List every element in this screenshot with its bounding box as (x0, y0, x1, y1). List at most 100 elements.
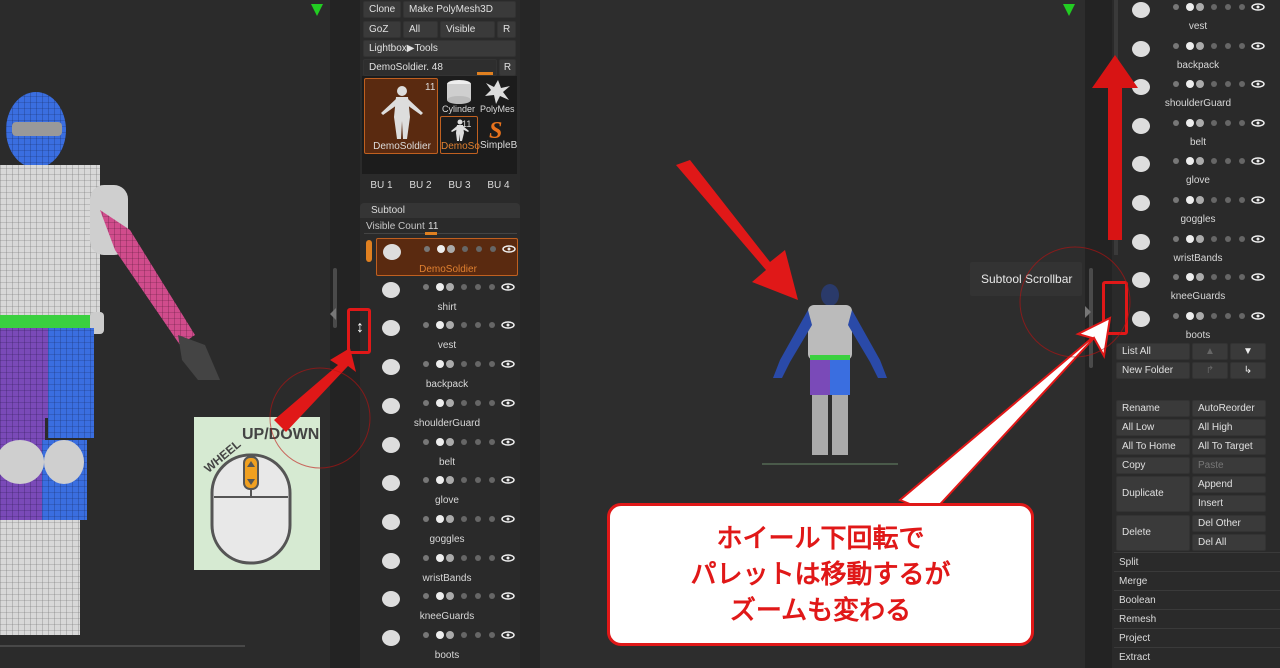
subtool-thumb-icon (380, 317, 402, 339)
subtool-name: backpack (425, 379, 469, 391)
rename-button[interactable]: Rename (1116, 400, 1190, 417)
boolean-menu[interactable]: Boolean (1119, 595, 1156, 606)
bu4-button[interactable]: BU 4 (479, 180, 518, 191)
tool-slider[interactable]: DemoSoldier. 48 (363, 59, 497, 76)
bu2-button[interactable]: BU 2 (401, 180, 440, 191)
move-down-button[interactable]: ▼ (1230, 343, 1266, 360)
simplebrush-s-icon: S (489, 118, 502, 144)
move-up-button[interactable]: ▲ (1192, 343, 1228, 360)
tool-thumb-demosoldier[interactable]: 11 DemoSoldier (364, 78, 438, 154)
subtool-controls[interactable] (418, 279, 518, 291)
subtool-row[interactable]: wristBands (1128, 229, 1268, 267)
delete-button[interactable]: Delete (1116, 515, 1190, 551)
auto-reorder-button[interactable]: AutoReorder (1192, 400, 1266, 417)
bu1-button[interactable]: BU 1 (362, 180, 401, 191)
right-strip-handle[interactable] (1089, 268, 1093, 368)
subtool-name: kneeGuards (1170, 291, 1226, 303)
tool-thumb-demosoldier-small[interactable]: 11 DemoSo (440, 116, 480, 154)
extract-menu[interactable]: Extract (1119, 652, 1150, 663)
subtool-row[interactable]: vest (1128, 0, 1268, 35)
goz-button[interactable]: GoZ (363, 21, 401, 38)
all-to-home-button[interactable]: All To Home (1116, 438, 1190, 455)
subtool-controls[interactable] (1168, 115, 1268, 127)
subtool-row[interactable]: DemoSoldier (376, 238, 518, 276)
subtool-row[interactable]: boots (376, 625, 518, 663)
wheel-up-down-card: WHEEL UP/DOWN (194, 417, 320, 570)
subtool-controls[interactable] (418, 434, 518, 446)
subtool-controls[interactable] (1168, 308, 1268, 320)
move-folder-down-button[interactable]: ↳ (1230, 362, 1266, 379)
subtool-controls[interactable] (1168, 153, 1268, 166)
subtool-row[interactable]: shirt (376, 277, 518, 315)
subtool-row[interactable]: wristBands (376, 548, 518, 586)
clone-button[interactable]: Clone (363, 1, 401, 18)
duplicate-button[interactable]: Duplicate (1116, 476, 1190, 512)
subtool-controls[interactable] (1168, 76, 1268, 89)
goz-all-button[interactable]: All (403, 21, 438, 38)
subtool-header[interactable]: Subtool (360, 203, 520, 218)
subtool-row[interactable]: belt (1128, 113, 1268, 151)
subtool-controls[interactable] (418, 588, 518, 601)
subtool-row[interactable]: shoulderGuard (376, 393, 518, 431)
subtool-row[interactable]: goggles (1128, 190, 1268, 228)
list-all-button[interactable]: List All (1116, 343, 1190, 360)
subtool-row[interactable]: glove (376, 470, 518, 508)
collapse-arrow-icon[interactable] (1085, 306, 1091, 318)
new-folder-button[interactable]: New Folder (1116, 362, 1190, 379)
insert-button[interactable]: Insert (1192, 495, 1266, 512)
subtool-controls[interactable] (1168, 38, 1268, 50)
goz-r-button[interactable]: R (497, 21, 516, 38)
merge-menu[interactable]: Merge (1119, 576, 1147, 587)
copy-button[interactable]: Copy (1116, 457, 1190, 474)
subtool-controls[interactable] (1168, 231, 1268, 243)
subtool-controls[interactable] (419, 241, 519, 253)
visible-count-slider[interactable]: Visible Count 11 (364, 220, 517, 236)
subtool-row[interactable]: kneeGuards (1128, 267, 1268, 305)
all-to-target-button[interactable]: All To Target (1192, 438, 1266, 455)
subtool-controls[interactable] (1168, 192, 1268, 204)
tool-thumb-simpleb[interactable]: S SimpleB (479, 116, 517, 154)
project-menu[interactable]: Project (1119, 633, 1150, 644)
subtool-row[interactable]: goggles (376, 509, 518, 547)
subtool-thumb-icon (380, 472, 402, 494)
subtool-row[interactable]: vest (376, 315, 518, 353)
paste-button[interactable]: Paste (1192, 457, 1266, 474)
subtool-controls[interactable] (1168, 269, 1268, 282)
subtool-row[interactable]: belt (376, 432, 518, 470)
subtool-row[interactable]: shoulderGuard (1128, 74, 1268, 112)
tool-thumb-cylinder[interactable]: Cylinder (440, 78, 478, 116)
subtool-name: shoulderGuard (1164, 98, 1232, 110)
lightbox-tools-button[interactable]: Lightbox▶Tools (363, 40, 516, 57)
goz-visible-button[interactable]: Visible (440, 21, 495, 38)
move-folder-up-button[interactable]: ↱ (1192, 362, 1228, 379)
all-high-button[interactable]: All High (1192, 419, 1266, 436)
subtool-controls[interactable] (418, 317, 518, 330)
subtool-controls[interactable] (418, 356, 518, 369)
subtool-controls[interactable] (418, 550, 518, 562)
thumb-label: PolyMes (480, 104, 515, 114)
tool-slider-r-button[interactable]: R (499, 59, 516, 76)
subtool-row[interactable]: boots (1128, 306, 1268, 344)
right-subtool-scrollbar[interactable] (1114, 0, 1118, 255)
remesh-menu[interactable]: Remesh (1119, 614, 1156, 625)
subtool-row[interactable]: glove (1128, 151, 1268, 189)
append-button[interactable]: Append (1192, 476, 1266, 493)
subtool-controls[interactable] (418, 472, 518, 485)
del-all-button[interactable]: Del All (1192, 534, 1266, 551)
subtool-row[interactable]: backpack (376, 354, 518, 392)
make-polymesh-button[interactable]: Make PolyMesh3D (403, 1, 516, 18)
subtool-controls[interactable] (1168, 0, 1268, 11)
subtool-controls[interactable] (418, 627, 518, 639)
split-menu[interactable]: Split (1119, 557, 1138, 568)
collapse-arrow-icon[interactable] (330, 308, 336, 320)
thumb-label: DemoSoldier (373, 141, 431, 152)
subtool-scrollbar-thumb[interactable] (366, 240, 372, 262)
subtool-row[interactable]: backpack (1128, 36, 1268, 74)
tool-thumb-polymesh[interactable]: PolyMes (479, 78, 517, 116)
bu3-button[interactable]: BU 3 (440, 180, 479, 191)
del-other-button[interactable]: Del Other (1192, 515, 1266, 532)
subtool-controls[interactable] (418, 395, 518, 407)
all-low-button[interactable]: All Low (1116, 419, 1190, 436)
subtool-controls[interactable] (418, 511, 518, 523)
subtool-row[interactable]: kneeGuards (376, 586, 518, 624)
